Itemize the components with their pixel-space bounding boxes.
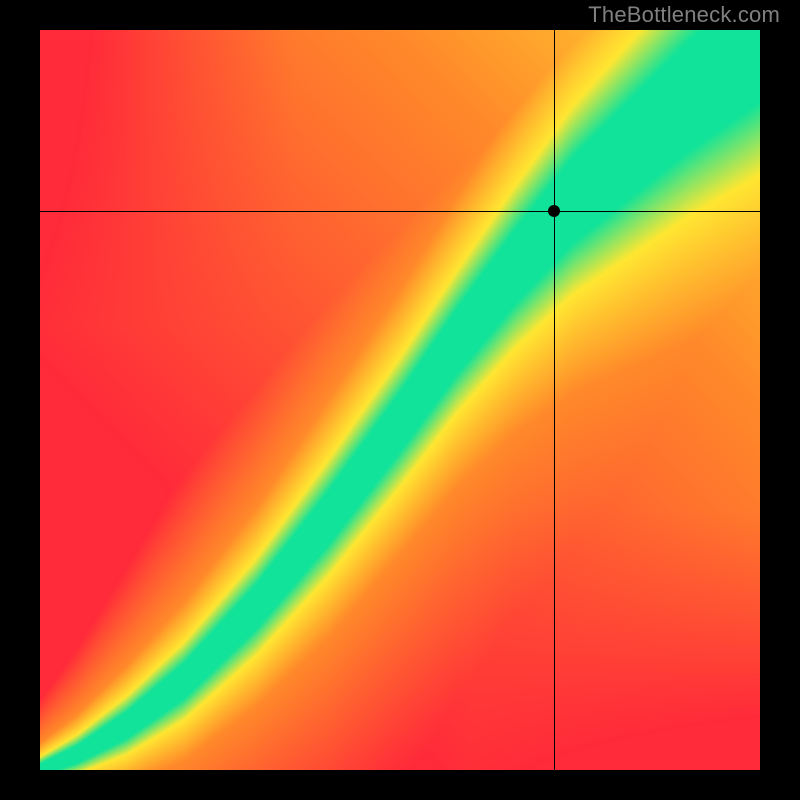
- heatmap-canvas: [40, 30, 760, 770]
- crosshair-horizontal: [40, 211, 760, 212]
- crosshair-vertical: [554, 30, 555, 770]
- heatmap-plot: [40, 30, 760, 770]
- data-point-marker: [548, 205, 560, 217]
- attribution-text: TheBottleneck.com: [588, 2, 780, 28]
